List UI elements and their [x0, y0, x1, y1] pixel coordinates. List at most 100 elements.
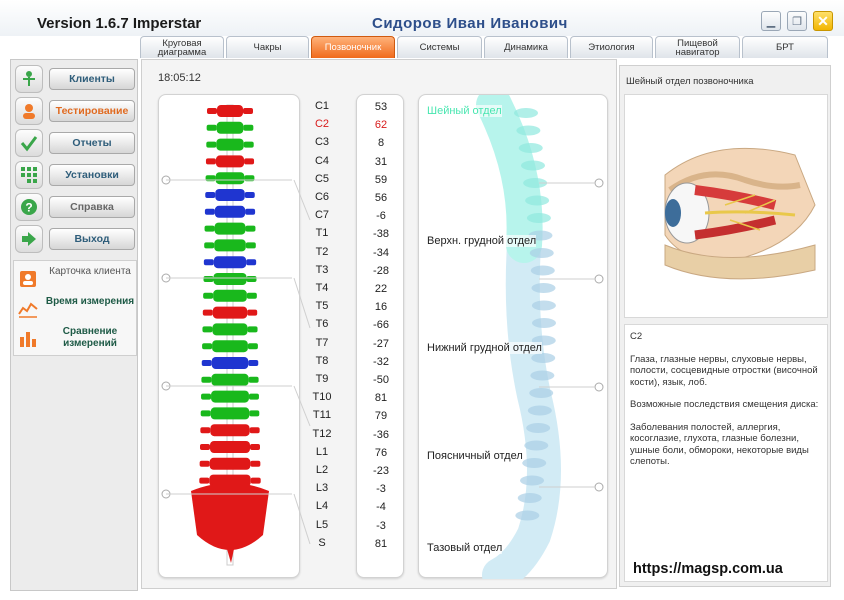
nav-button-6[interactable]: Выход	[49, 228, 135, 250]
nav-button-4[interactable]: Установки	[49, 164, 135, 186]
vertebra-label[interactable]: T8	[307, 355, 337, 367]
help-icon[interactable]: ?	[15, 193, 43, 221]
vertebra-value: 56	[374, 192, 388, 204]
vertebra-T6[interactable]	[202, 306, 258, 319]
vertebra-label[interactable]: C3	[307, 136, 337, 148]
vertebra-value: -34	[373, 246, 389, 259]
vertebra-T12[interactable]	[200, 407, 260, 420]
vertebra-C4[interactable]	[205, 155, 255, 168]
user-icon[interactable]	[15, 97, 43, 125]
eye-anatomy-icon	[664, 147, 816, 280]
vertebra-T10[interactable]	[201, 373, 259, 386]
section-label-4[interactable]: Поясничный отдел	[427, 450, 523, 462]
vertebra-T5[interactable]	[203, 289, 257, 302]
nav-button-1[interactable]: Клиенты	[49, 68, 135, 90]
nav-row-2: Тестирование	[13, 97, 137, 125]
tab-4[interactable]: Системы	[397, 36, 482, 58]
vertebra-value: 81	[374, 392, 388, 405]
vertebra-label[interactable]: C4	[307, 155, 337, 167]
vertebra-T8[interactable]	[202, 340, 258, 353]
close-button[interactable]: ✕	[813, 11, 833, 31]
nav-button-3[interactable]: Отчеты	[49, 132, 135, 154]
check-icon[interactable]	[15, 129, 43, 157]
sub-item-1[interactable]: Карточка клиента	[14, 265, 138, 295]
vertebra-L2[interactable]	[200, 441, 260, 453]
section-label-5[interactable]: Тазовый отдел	[427, 542, 503, 554]
info-organs: Глаза, глазные нервы, слуховые нервы, по…	[630, 353, 818, 388]
vertebra-label[interactable]: C5	[307, 173, 337, 185]
vertebra-T3[interactable]	[203, 256, 257, 269]
grid-icon[interactable]	[15, 161, 43, 189]
vertebra-label[interactable]: C2	[307, 118, 337, 130]
vertebra-label[interactable]: T6	[307, 318, 337, 330]
vertebra-value: 53	[374, 101, 388, 113]
vertebra-L1[interactable]	[200, 424, 260, 437]
vertebra-C5[interactable]	[205, 172, 255, 185]
vertebra-value: -38	[373, 228, 389, 241]
vertebra-label[interactable]: T11	[307, 409, 337, 421]
nav-button-5[interactable]: Справка	[49, 196, 135, 218]
maximize-button[interactable]: ❐	[787, 11, 807, 31]
tab-3[interactable]: Позвоночник	[311, 36, 395, 58]
minimize-button[interactable]: ▁	[761, 11, 781, 31]
vertebra-C7[interactable]	[204, 205, 256, 218]
vertebra-label[interactable]: T7	[307, 337, 337, 349]
tab-2[interactable]: Чакры	[226, 36, 309, 58]
sub-item-3[interactable]: Сравнение измерений	[14, 325, 138, 355]
vertebra-value: -27	[373, 337, 389, 350]
vertebra-T9[interactable]	[201, 357, 259, 369]
vertebra-T11[interactable]	[201, 390, 259, 403]
vertebra-value: 62	[374, 119, 388, 132]
section-label-3[interactable]: Нижний грудной отдел	[427, 342, 542, 354]
vertebra-T7[interactable]	[202, 323, 258, 336]
vertebra-label[interactable]: L2	[307, 464, 337, 476]
tab-5[interactable]: Динамика	[484, 36, 568, 58]
sub-item-label: Время измерения	[45, 296, 135, 307]
tab-8[interactable]: БРТ	[742, 36, 828, 58]
vertebra-label[interactable]: C1	[307, 100, 337, 112]
vertebra-label[interactable]: T5	[307, 300, 337, 312]
info-title: Шейный отдел позвоночника	[626, 76, 754, 87]
vertebra-label[interactable]: T3	[307, 264, 337, 276]
vertebra-C1[interactable]	[207, 105, 253, 117]
vertebra-value: 59	[374, 173, 388, 186]
vertebra-label[interactable]: T12	[307, 428, 337, 440]
vertebra-label[interactable]: L5	[307, 519, 337, 531]
section-label-2[interactable]: Верхн. грудной отдел	[427, 235, 537, 247]
vertebra-L3[interactable]	[199, 457, 261, 470]
vertebra-T2[interactable]	[204, 239, 256, 252]
vertebra-label[interactable]: C6	[307, 191, 337, 203]
vertebra-label[interactable]: S	[307, 537, 337, 549]
info-consequences: Заболевания полостей, аллергия, косоглаз…	[630, 421, 809, 468]
nav-button-2[interactable]: Тестирование	[49, 100, 135, 122]
sub-item-2[interactable]: Время измерения	[14, 295, 138, 325]
nav-row-3: Отчеты	[13, 129, 137, 157]
vertebra-C2[interactable]	[206, 121, 254, 134]
vertebra-C6[interactable]	[205, 189, 255, 201]
exit-arrow-icon[interactable]	[15, 225, 43, 253]
vertebra-label[interactable]: L4	[307, 500, 337, 512]
tab-6[interactable]: Этиология	[570, 36, 653, 58]
vertebra-label[interactable]: T1	[307, 227, 337, 239]
vertebra-label[interactable]: T10	[307, 391, 337, 403]
vertebra-T1[interactable]	[204, 222, 256, 235]
vertebra-value: -36	[373, 428, 389, 441]
info-code: C2	[630, 331, 643, 342]
vertebra-label[interactable]: T4	[307, 282, 337, 294]
person-icon[interactable]	[15, 65, 43, 93]
tab-bar: Круговая диаграмма Чакры Позвоночник Систем…	[140, 36, 830, 58]
vertebra-label[interactable]: T9	[307, 373, 337, 385]
vertebra-label[interactable]: C7	[307, 209, 337, 221]
vertebra-label[interactable]: L1	[307, 446, 337, 458]
vertebra-label[interactable]: T2	[307, 246, 337, 258]
section-label-1[interactable]: Шейный отдел	[427, 105, 502, 117]
vertebra-label[interactable]: L3	[307, 482, 337, 494]
clock: 18:05:12	[158, 72, 201, 84]
tab-1[interactable]: Круговая диаграмма	[140, 36, 224, 58]
user-name: Сидоров Иван Иванович	[372, 15, 568, 32]
vertebra-value: -4	[376, 501, 386, 514]
vertebra-T4[interactable]	[203, 273, 257, 285]
vertebra-C3[interactable]	[206, 138, 254, 151]
sidebar-subpanel: Карточка клиента Время измерения Сравнение…	[13, 260, 137, 356]
tab-7[interactable]: Пищевой навигатор	[655, 36, 740, 58]
